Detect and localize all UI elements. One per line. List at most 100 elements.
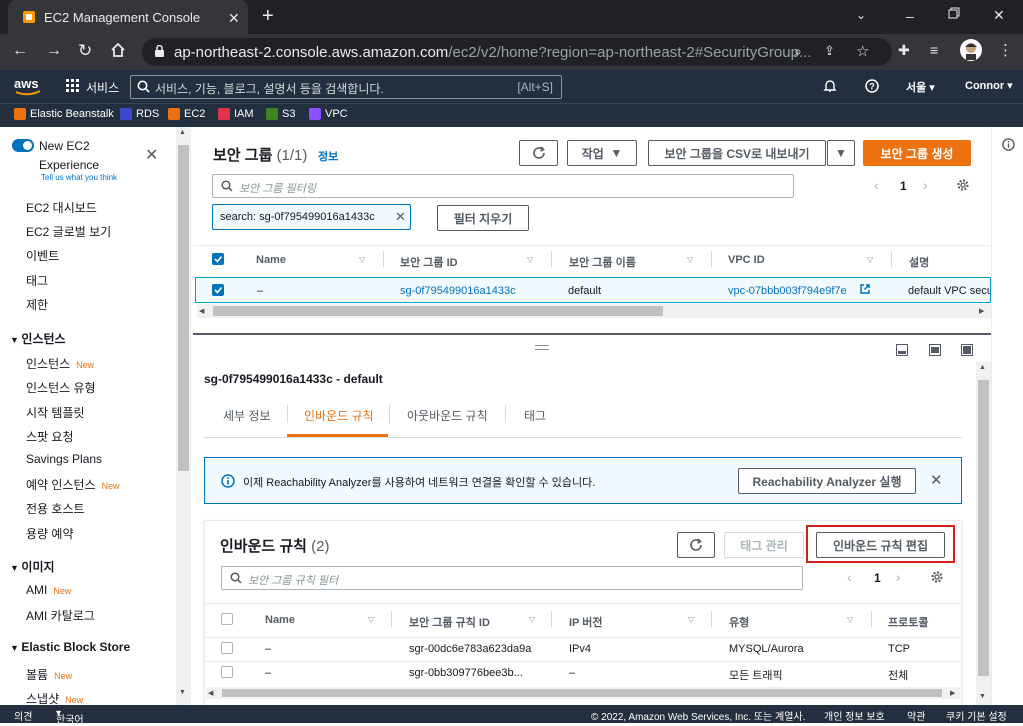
split-full-icon[interactable] <box>961 344 973 356</box>
sort-icon[interactable]: ▽ <box>688 615 694 624</box>
minimize-icon[interactable]: – <box>906 8 914 24</box>
chrome-menu-icon[interactable]: ⋮ <box>998 41 1013 59</box>
cell-vpc-id-link[interactable]: vpc-07bbb003f794e9f7e <box>728 285 847 297</box>
table-hscrollbar[interactable]: ◀ ▶ <box>197 304 991 318</box>
info-link[interactable]: 정보 <box>318 148 338 164</box>
sidebar-item[interactable]: EC2 글로벌 보기 <box>26 223 111 240</box>
table-row[interactable]: – sg-0f795499016a1433c default vpc-07bbb… <box>195 277 991 303</box>
sidebar-item[interactable]: 스팟 요청 <box>26 428 74 445</box>
cell-sg-id-link[interactable]: sg-0f795499016a1433c <box>400 285 516 297</box>
back-icon[interactable]: ← <box>12 42 28 60</box>
sidebar-item[interactable]: 인스턴스 유형 <box>26 379 96 396</box>
rules-filter-input[interactable]: 보안 그룹 규칙 필터 <box>221 566 803 590</box>
row-checkbox[interactable] <box>212 284 224 296</box>
home-icon[interactable] <box>110 42 126 58</box>
tab-outbound-rules[interactable]: 아웃바운드 규칙 <box>407 407 488 424</box>
remove-filter-icon[interactable]: ✕ <box>395 209 406 225</box>
clear-filters-button[interactable]: 필터 지우기 <box>437 205 529 231</box>
sidebar-item[interactable]: Savings Plans <box>26 452 102 466</box>
sidebar-item[interactable]: 시작 템플릿 <box>26 404 85 421</box>
hscroll-thumb[interactable] <box>213 306 663 316</box>
sg-filter-input[interactable]: 보안 그룹 필터링 <box>212 174 794 198</box>
scroll-down-icon[interactable]: ▼ <box>179 689 186 696</box>
sidebar-section-header[interactable]: ▼ 인스턴스 <box>10 330 66 347</box>
sidebar-item[interactable]: 인스턴스 New <box>26 355 94 372</box>
dismiss-banner-icon[interactable]: ✕ <box>930 471 943 489</box>
detail-scrollbar[interactable]: ▲ ▼ <box>976 362 991 705</box>
next-page-icon[interactable]: › <box>896 569 901 585</box>
settings-gear-icon[interactable] <box>956 178 970 192</box>
table-row[interactable]: – sgr-0bb309776bee3b... – 모든 트래픽 전체 <box>205 661 961 685</box>
aws-logo[interactable]: aws <box>14 76 42 96</box>
sort-icon[interactable]: ▽ <box>687 255 693 264</box>
fav-iam[interactable]: IAM <box>218 108 254 120</box>
address-bar[interactable]: ap-northeast-2.console.aws.amazon.com/ec… <box>142 38 892 66</box>
restore-icon[interactable] <box>948 7 960 19</box>
forward-icon[interactable]: → <box>46 42 62 60</box>
profile-avatar[interactable] <box>960 39 982 61</box>
feedback-link[interactable]: Tell us what you think <box>41 173 117 182</box>
privacy-link[interactable]: 개인 정보 보호 <box>824 708 885 723</box>
edit-inbound-rules-button[interactable]: 인바운드 규칙 편집 <box>816 532 945 558</box>
manage-tags-button[interactable]: 태그 관리 <box>724 532 804 558</box>
fav-elastic-beanstalk[interactable]: Elastic Beanstalk <box>14 108 114 120</box>
account-menu[interactable]: Connor ▾ <box>965 79 1013 92</box>
scroll-thumb[interactable] <box>978 380 989 676</box>
create-security-group-button[interactable]: 보안 그룹 생성 <box>863 140 971 166</box>
sidebar-section-header[interactable]: ▼ 이미지 <box>10 558 55 575</box>
aws-search-input[interactable]: 서비스, 기능, 블로그, 설명서 등을 검색합니다. [Alt+S] <box>130 75 562 99</box>
sidebar-item[interactable]: 예약 인스턴스 New <box>26 476 120 493</box>
close-icon[interactable]: ✕ <box>145 145 158 165</box>
tab-details[interactable]: 세부 정보 <box>223 407 271 424</box>
page-number[interactable]: 1 <box>900 179 907 193</box>
refresh-rules-button[interactable] <box>677 532 715 558</box>
row-checkbox[interactable] <box>221 642 233 654</box>
next-page-icon[interactable]: › <box>923 177 928 193</box>
fav-vpc[interactable]: VPC <box>309 108 348 120</box>
prev-page-icon[interactable]: ‹ <box>847 569 852 585</box>
settings-gear-icon[interactable] <box>930 570 944 584</box>
notifications-bell-icon[interactable] <box>823 79 837 93</box>
col-description[interactable]: 설명 <box>909 254 929 270</box>
select-all-checkbox[interactable] <box>212 253 224 265</box>
fav-s3[interactable]: S3 <box>266 108 295 120</box>
tab-search-icon[interactable]: ⌄ <box>856 8 866 22</box>
sidebar-item[interactable]: 이벤트 <box>26 247 59 264</box>
new-tab-icon[interactable]: + <box>262 6 274 26</box>
bookmark-star-icon[interactable]: ☆ <box>856 42 869 60</box>
rules-col-name[interactable]: Name <box>265 614 295 626</box>
rules-hscrollbar[interactable]: ◀ ▶ <box>206 687 960 699</box>
extensions-icon[interactable]: ✚ <box>898 42 910 59</box>
sidebar-item[interactable]: 전용 호스트 <box>26 500 85 517</box>
help-icon[interactable]: ? <box>865 79 879 93</box>
sidebar-item[interactable]: 볼륨 New <box>26 666 72 683</box>
terms-link[interactable]: 약관 <box>907 708 925 723</box>
sidebar-item[interactable]: AMI New <box>26 583 71 597</box>
rules-col-rule-id[interactable]: 보안 그룹 규칙 ID <box>409 614 490 630</box>
fav-ec2[interactable]: EC2 <box>168 108 205 120</box>
sidebar-item[interactable]: 제한 <box>26 296 48 313</box>
sort-icon[interactable]: ▽ <box>529 615 535 624</box>
resize-handle-icon[interactable] <box>535 345 549 350</box>
new-ec2-toggle[interactable] <box>12 139 34 152</box>
hscroll-thumb[interactable] <box>222 689 942 697</box>
col-name[interactable]: Name <box>256 254 286 266</box>
col-sg-name[interactable]: 보안 그룹 이름 <box>569 254 636 270</box>
sidebar-section-header[interactable]: ▼ Elastic Block Store <box>10 640 130 654</box>
col-vpc-id[interactable]: VPC ID <box>728 254 765 266</box>
select-all-rules-checkbox[interactable] <box>221 613 233 625</box>
browser-tab[interactable]: EC2 Management Console ✕ <box>8 0 248 34</box>
scroll-up-icon[interactable]: ▲ <box>179 129 186 136</box>
sidebar-item[interactable]: EC2 대시보드 <box>26 199 97 216</box>
rules-page-number[interactable]: 1 <box>874 571 881 585</box>
tab-inbound-rules[interactable]: 인바운드 규칙 <box>304 407 374 424</box>
services-grid-icon[interactable] <box>66 79 79 92</box>
feedback-link[interactable]: 의견 <box>14 708 32 723</box>
run-reachability-analyzer-button[interactable]: Reachability Analyzer 실행 <box>738 468 916 494</box>
reload-icon[interactable]: ↻ <box>78 41 92 61</box>
services-menu[interactable]: 서비스 <box>86 79 119 96</box>
refresh-button[interactable] <box>519 140 558 166</box>
tab-tags[interactable]: 태그 <box>524 407 546 424</box>
lock-icon[interactable] <box>154 45 165 58</box>
sidebar-item[interactable]: 스냅샷 New <box>26 690 83 705</box>
